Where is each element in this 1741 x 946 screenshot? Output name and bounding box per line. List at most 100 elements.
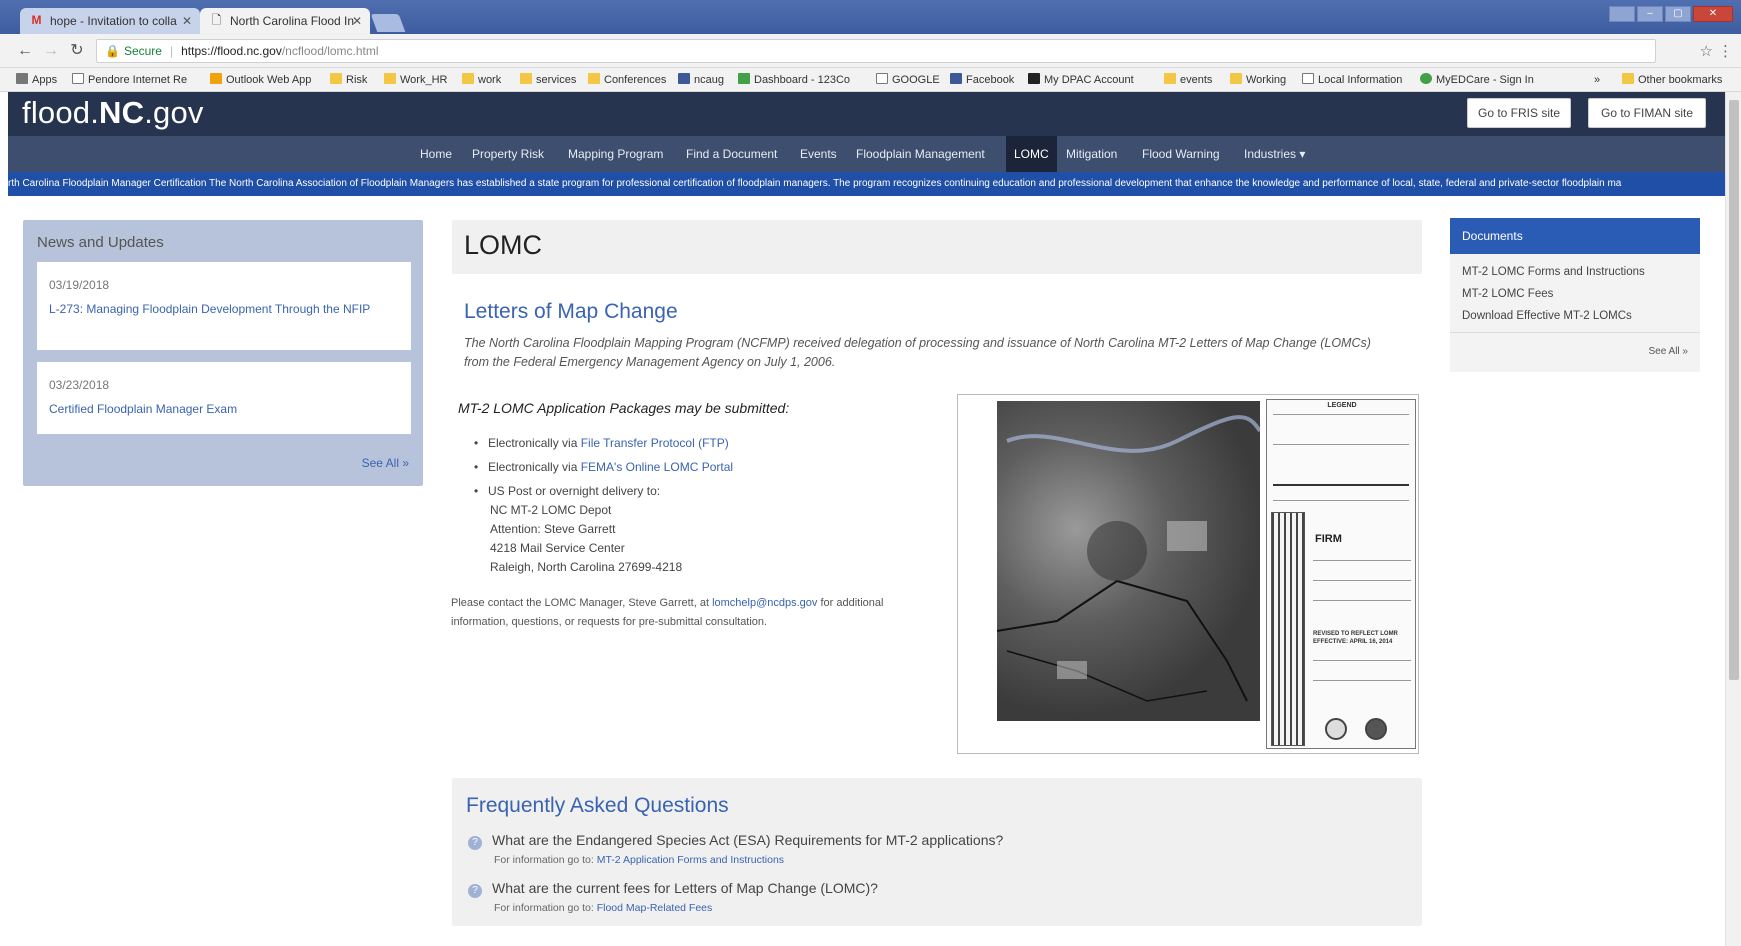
reload-icon[interactable]: ↻ [68, 42, 86, 60]
browser-menu-icon[interactable]: ⋮ [1718, 42, 1733, 60]
bookmark-google[interactable]: GOOGLE [876, 68, 940, 92]
firm-title-block: LEGEND FIRM REVISED TO REFLECT LOMR EFFE… [1266, 399, 1416, 749]
bookmark-events[interactable]: events [1164, 68, 1212, 92]
page-icon [72, 73, 84, 84]
news-title: News and Updates [37, 234, 164, 251]
bookmark-icon [678, 73, 690, 84]
bookmark-dashboard[interactable]: Dashboard - 123Co [738, 68, 850, 92]
news-link[interactable]: Certified Floodplain Manager Exam [49, 402, 389, 417]
question-icon: ? [468, 836, 482, 850]
bookmark-star-icon[interactable]: ☆ [1700, 42, 1713, 60]
url-input[interactable]: 🔒 Secure | https://flood.nc.gov/ncflood/lom… [96, 39, 1656, 63]
documents-header: Documents [1450, 218, 1700, 254]
dpac-icon [1028, 73, 1040, 84]
folder-icon [588, 73, 600, 84]
bookmark-work[interactable]: work [462, 68, 501, 92]
close-tab-icon[interactable]: ✕ [182, 8, 192, 34]
maximize-icon[interactable]: ▢ [1665, 6, 1691, 22]
announcement-ticker[interactable]: rth Carolina Floodplain Manager Certific… [8, 172, 1725, 196]
firm-label: FIRM [1315, 533, 1342, 545]
fees-link[interactable]: Flood Map-Related Fees [597, 902, 713, 914]
page-scrollbar[interactable] [1725, 92, 1741, 946]
bookmark-local-information[interactable]: Local Information [1302, 68, 1402, 92]
nav-flood-warning[interactable]: Flood Warning [1142, 136, 1220, 172]
window-controls: – ▢ ✕ [1609, 6, 1733, 22]
packages-heading: MT-2 LOMC Application Packages may be su… [458, 400, 790, 416]
nav-industries-dropdown[interactable]: Industries ▾ [1244, 136, 1305, 172]
bookmarks-bar: Apps Pendore Internet Re Outlook Web App… [0, 68, 1741, 92]
folder-icon [1230, 73, 1242, 84]
bookmark-working[interactable]: Working [1230, 68, 1286, 92]
bookmark-outlook[interactable]: Outlook Web App [210, 68, 311, 92]
facebook-icon [950, 73, 962, 84]
page-icon: 🗋 [211, 13, 222, 27]
legend-title: LEGEND [1327, 402, 1357, 409]
nav-find-a-document[interactable]: Find a Document [686, 136, 777, 172]
browser-tab-gmail[interactable]: M hope - Invitation to colla ✕ [20, 8, 200, 34]
bookmark-apps[interactable]: Apps [16, 68, 57, 92]
nav-mitigation[interactable]: Mitigation [1066, 136, 1117, 172]
scrollbar-thumb[interactable] [1729, 100, 1739, 680]
browser-tab-flood[interactable]: 🗋 North Carolina Flood In ✕ [200, 8, 370, 34]
address-line: Attention: Steve Garrett [490, 522, 616, 536]
bookmark-risk[interactable]: Risk [330, 68, 367, 92]
firm-map-image: LEGEND FIRM REVISED TO REFLECT LOMR EFFE… [957, 394, 1419, 754]
folder-icon [1164, 73, 1176, 84]
dashboard-icon [738, 73, 750, 84]
submission-methods-list: Electronically via File Transfer Protoco… [474, 434, 944, 582]
folder-icon [330, 73, 342, 84]
address-line: 4218 Mail Service Center [490, 541, 625, 555]
back-arrow-icon[interactable]: ← [16, 42, 34, 60]
news-link[interactable]: L-273: Managing Floodplain Development T… [49, 302, 389, 317]
go-to-fiman-button[interactable]: Go to FIMAN site [1588, 98, 1706, 128]
folder-icon [1622, 73, 1634, 84]
nav-floodplain-management[interactable]: Floodplain Management [856, 136, 985, 172]
news-item: 03/23/2018 Certified Floodplain Manager … [37, 362, 411, 434]
bookmark-facebook[interactable]: Facebook [950, 68, 1014, 92]
faq-question[interactable]: ? What are the Endangered Species Act (ES… [468, 832, 1003, 850]
nav-events[interactable]: Events [800, 136, 837, 172]
page-title-box: LOMC [452, 220, 1422, 274]
folder-icon [520, 73, 532, 84]
minimize-icon[interactable]: – [1637, 6, 1663, 22]
nav-home[interactable]: Home [420, 136, 452, 172]
close-window-icon[interactable]: ✕ [1693, 6, 1733, 22]
bookmark-pendore[interactable]: Pendore Internet Re [72, 68, 187, 92]
lomc-help-email-link[interactable]: lomchelp@ncdps.gov [712, 597, 817, 609]
lock-icon: 🔒 [105, 44, 120, 58]
new-tab-button[interactable] [370, 14, 406, 32]
contact-paragraph: Please contact the LOMC Manager, Steve G… [451, 597, 884, 628]
bookmark-services[interactable]: services [520, 68, 576, 92]
nav-mapping-program[interactable]: Mapping Program [568, 136, 663, 172]
forward-arrow-icon[interactable]: → [42, 42, 60, 60]
bookmark-myedcare[interactable]: MyEDCare - Sign In [1420, 68, 1534, 92]
documents-see-all-link[interactable]: See All » [1649, 346, 1688, 357]
bookmark-conferences[interactable]: Conferences [588, 68, 666, 92]
news-see-all-link[interactable]: See All » [362, 456, 409, 470]
mt2-forms-link[interactable]: MT-2 Application Forms and Instructions [597, 854, 784, 866]
site-logo[interactable]: flood.NC.gov [22, 95, 204, 131]
go-to-fris-button[interactable]: Go to FRIS site [1467, 98, 1571, 128]
fema-lomc-portal-link[interactable]: FEMA's Online LOMC Portal [581, 460, 733, 474]
url-host: https://flood.nc.gov [181, 44, 282, 58]
faq-question[interactable]: ? What are the current fees for Letters o… [468, 880, 878, 898]
faq-answer: For information go to: Flood Map-Related… [494, 902, 713, 914]
doc-link-effective-lomcs[interactable]: Download Effective MT-2 LOMCs [1462, 310, 1632, 322]
section-heading: Letters of Map Change [464, 300, 678, 323]
doc-link-fees[interactable]: MT-2 LOMC Fees [1462, 288, 1553, 300]
close-tab-icon[interactable]: ✕ [352, 8, 362, 34]
bookmark-other[interactable]: Other bookmarks [1622, 68, 1722, 92]
firm-revised-note: REVISED TO REFLECT LOMR EFFECTIVE: APRIL… [1313, 631, 1398, 645]
bookmark-work-hr[interactable]: Work_HR [384, 68, 447, 92]
bookmarks-overflow-button[interactable]: » [1594, 68, 1600, 92]
news-date: 03/19/2018 [49, 278, 110, 292]
nav-lomc[interactable]: LOMC [1006, 136, 1057, 172]
nav-property-risk[interactable]: Property Risk [472, 136, 544, 172]
bookmark-dpac[interactable]: My DPAC Account [1028, 68, 1134, 92]
ftp-link[interactable]: File Transfer Protocol (FTP) [581, 436, 729, 450]
doc-link-forms[interactable]: MT-2 LOMC Forms and Instructions [1462, 266, 1645, 278]
bookmark-ncaug[interactable]: ncaug [678, 68, 724, 92]
edcare-icon [1420, 73, 1432, 84]
google-icon [876, 73, 888, 84]
user-profile-button[interactable] [1609, 6, 1635, 22]
